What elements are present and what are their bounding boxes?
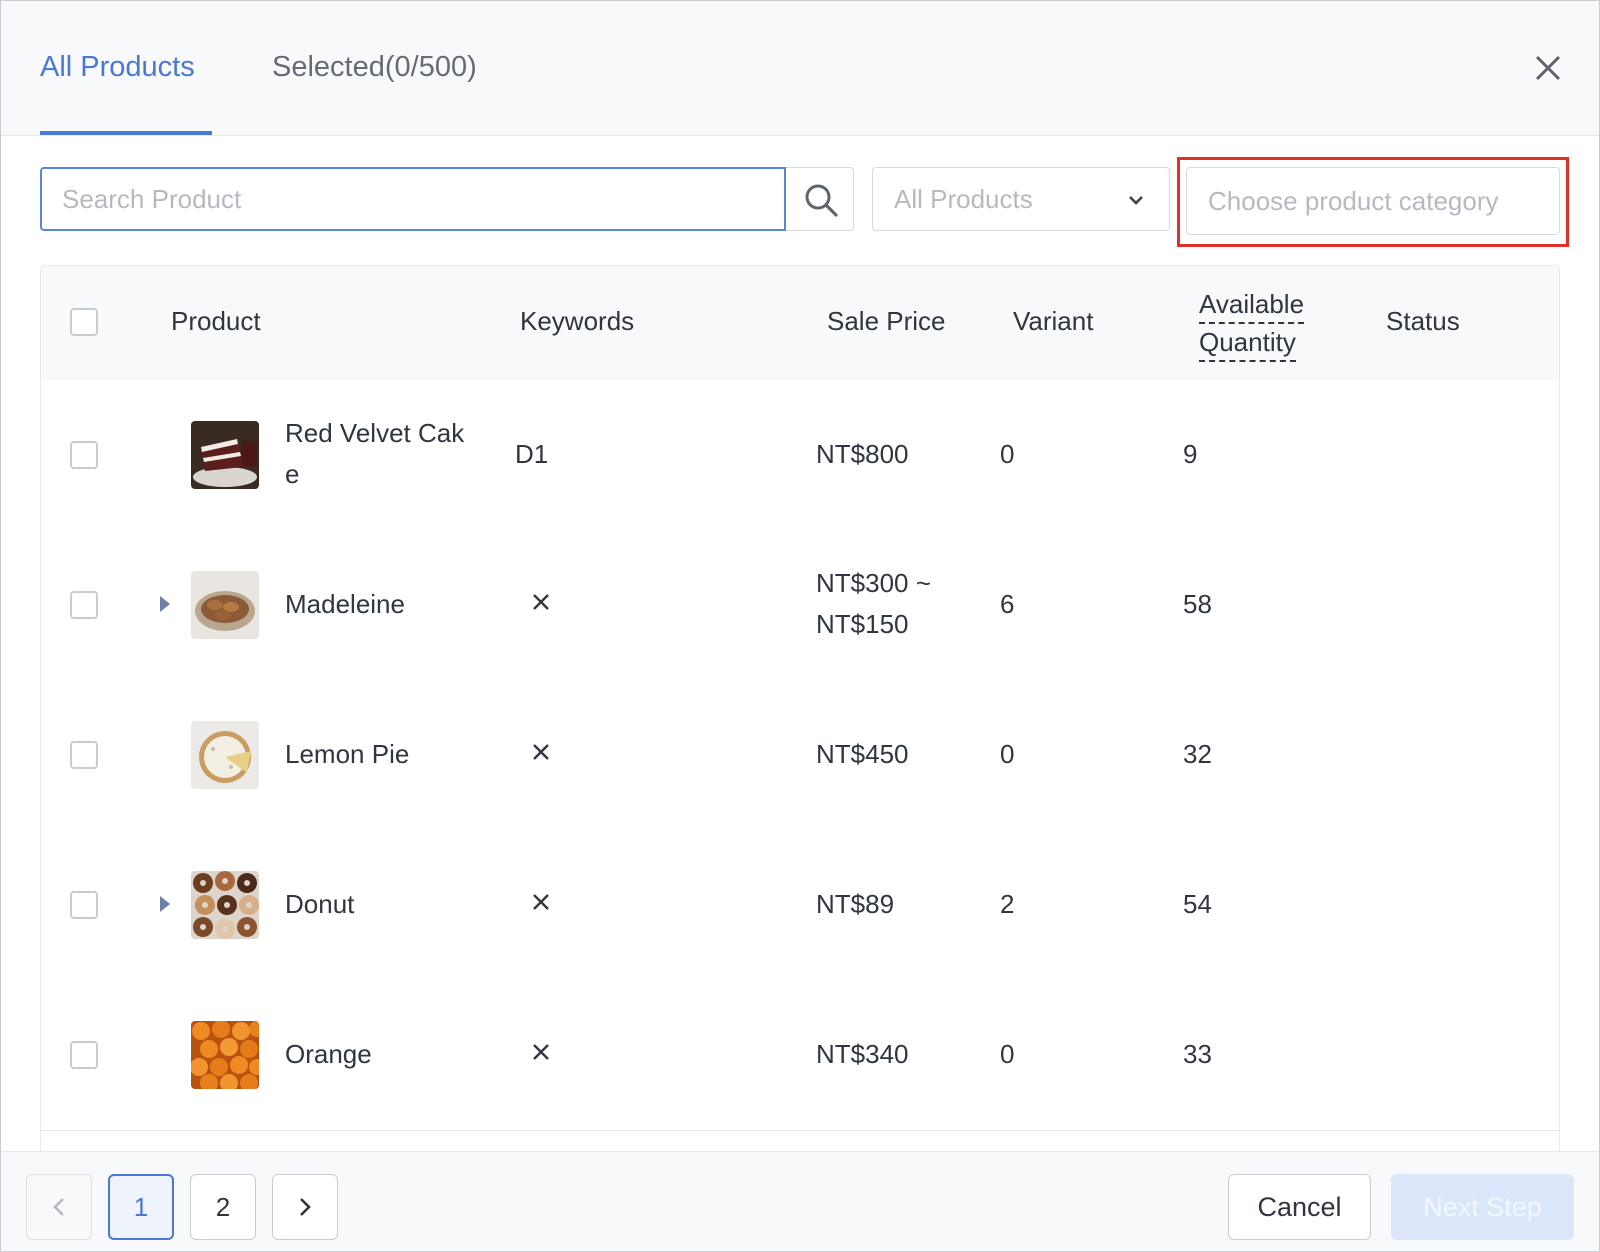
next-page-button[interactable] <box>272 1174 338 1240</box>
page-button-1[interactable]: 1 <box>108 1174 174 1240</box>
header-variant: Variant <box>1013 306 1094 336</box>
header-status: Status <box>1386 306 1460 336</box>
header-available-line2: Quantity <box>1199 324 1296 362</box>
product-price: NT$89 <box>816 889 895 919</box>
header-available-line1: Available <box>1199 286 1305 324</box>
product-keywords: D1 <box>515 439 549 469</box>
cancel-button[interactable]: Cancel <box>1228 1174 1371 1240</box>
product-price: NT$450 <box>816 739 909 769</box>
row-checkbox[interactable] <box>70 441 98 469</box>
product-quantity: 54 <box>1183 889 1212 919</box>
caret-right-icon[interactable] <box>158 594 172 614</box>
x-mark-icon <box>531 1042 551 1062</box>
x-mark-icon <box>531 592 551 612</box>
active-tab-indicator <box>40 131 212 135</box>
product-name: Donut <box>285 889 355 919</box>
chevron-down-icon <box>1129 196 1143 205</box>
product-name: Red Velvet Cak e <box>285 413 464 495</box>
modal-header: All Products Selected(0/500) <box>1 1 1599 136</box>
table-row: Donut NT$89 2 54 <box>41 830 1559 981</box>
chevron-right-icon <box>300 1198 311 1216</box>
header-keywords: Keywords <box>520 306 635 336</box>
product-filter-value: All Products <box>894 184 1033 214</box>
header-product: Product <box>171 306 261 336</box>
row-checkbox[interactable] <box>70 591 98 619</box>
prev-page-button[interactable] <box>26 1174 92 1240</box>
product-picker-modal: All Products Selected(0/500) All Product… <box>0 0 1600 1252</box>
table-header: Product Keywords Sale Price Variant Avai… <box>41 266 1559 381</box>
product-quantity: 33 <box>1183 1039 1212 1069</box>
product-name-line2: e <box>285 459 300 489</box>
product-quantity: 32 <box>1183 739 1212 769</box>
search-button[interactable] <box>786 167 854 231</box>
product-quantity: 58 <box>1183 589 1212 619</box>
product-thumbnail-cake <box>191 421 259 489</box>
search-icon <box>805 184 838 217</box>
header-available-quantity: Available Quantity <box>1199 286 1305 362</box>
modal-footer: 1 2 Cancel Next Step <box>1 1151 1599 1251</box>
x-mark-icon <box>531 742 551 762</box>
table-row: Lemon Pie NT$450 0 32 <box>41 680 1559 831</box>
product-price: NT$300 ~ NT$150 <box>816 563 931 645</box>
product-name: Orange <box>285 1039 372 1069</box>
next-step-button[interactable]: Next Step <box>1391 1174 1574 1240</box>
page-button-2[interactable]: 2 <box>190 1174 256 1240</box>
product-price: NT$340 <box>816 1039 909 1069</box>
product-name: Madeleine <box>285 589 405 619</box>
product-thumbnail-orange <box>191 1021 259 1089</box>
table-row: Red Velvet Cak e D1 NT$800 0 9 <box>41 380 1559 531</box>
category-select[interactable] <box>1186 167 1560 235</box>
table-row: Orange NT$340 0 33 <box>41 980 1559 1131</box>
product-price-line1: NT$300 ~ <box>816 568 931 598</box>
product-variant: 0 <box>1000 1039 1015 1069</box>
product-thumbnail-pie <box>191 721 259 789</box>
product-variant: 2 <box>1000 889 1015 919</box>
product-filter-select[interactable]: All Products <box>872 167 1170 231</box>
product-variant: 0 <box>1000 439 1015 469</box>
product-variant: 0 <box>1000 739 1015 769</box>
search-input[interactable] <box>40 167 786 231</box>
tab-all-products[interactable]: All Products <box>40 47 195 87</box>
product-name: Lemon Pie <box>285 739 410 769</box>
product-variant: 6 <box>1000 589 1015 619</box>
product-thumbnail-donut <box>191 871 259 939</box>
chevron-left-icon <box>53 1198 64 1216</box>
close-icon[interactable] <box>1531 51 1565 85</box>
header-sale-price: Sale Price <box>827 306 946 336</box>
table-row: Madeleine NT$300 ~ NT$150 6 58 <box>41 530 1559 681</box>
product-price: NT$800 <box>816 439 909 469</box>
product-name-line1: Red Velvet Cak <box>285 418 465 448</box>
x-mark-icon <box>531 892 551 912</box>
product-thumbnail-madeleine <box>191 571 259 639</box>
select-all-checkbox[interactable] <box>70 308 98 336</box>
product-price-line2: NT$150 <box>816 609 909 639</box>
caret-right-icon[interactable] <box>158 894 172 914</box>
product-quantity: 9 <box>1183 439 1198 469</box>
product-table: Product Keywords Sale Price Variant Avai… <box>40 265 1560 1165</box>
row-checkbox[interactable] <box>70 741 98 769</box>
row-checkbox[interactable] <box>70 891 98 919</box>
tab-selected[interactable]: Selected(0/500) <box>272 47 477 87</box>
row-checkbox[interactable] <box>70 1041 98 1069</box>
